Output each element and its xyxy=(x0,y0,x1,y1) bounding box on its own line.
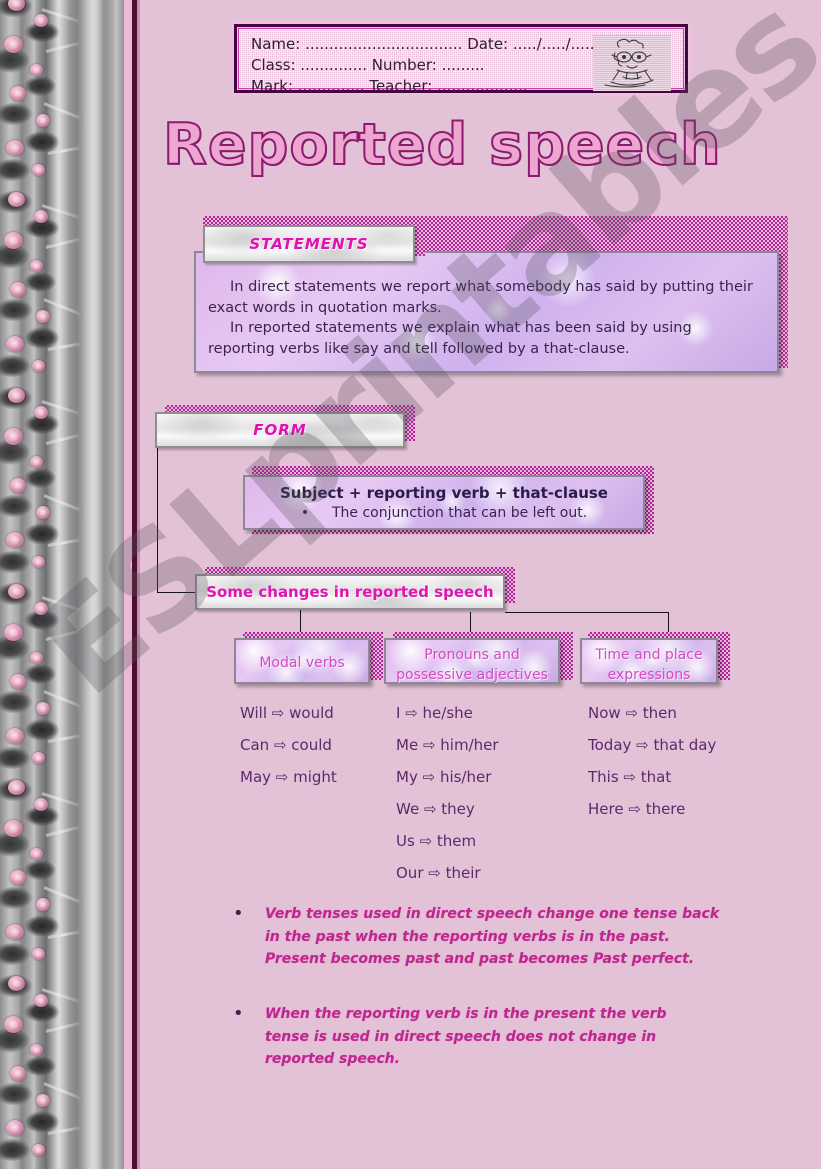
word-pair: Now ⇨ then xyxy=(588,704,716,722)
category-box-modal-verbs: Modal verbs xyxy=(234,638,370,684)
statements-paragraph-2: In reported statements we explain what h… xyxy=(208,320,692,357)
word-pair-to: might xyxy=(293,768,337,786)
note-item-2: • When the reporting verb is in the pres… xyxy=(233,1003,693,1071)
word-list-modal-verbs: Will ⇨ would Can ⇨ could May ⇨ might xyxy=(240,704,337,800)
word-pair-to: that day xyxy=(653,736,717,754)
statements-paragraph-1: In direct statements we report what some… xyxy=(208,279,753,316)
formula-panel: Subject + reporting verb + that-clause •… xyxy=(243,475,645,530)
word-pair-to: him/her xyxy=(440,736,499,754)
arrow-icon: ⇨ xyxy=(423,864,446,882)
arrow-icon: ⇨ xyxy=(418,736,441,754)
arrow-icon: ⇨ xyxy=(269,736,292,754)
statements-panel: In direct statements we report what some… xyxy=(194,251,779,373)
arrow-icon: ⇨ xyxy=(400,704,423,722)
word-pair-from: Me xyxy=(396,736,419,754)
word-pair-from: Here xyxy=(588,800,624,818)
word-list-pronouns: I ⇨ he/she Me ⇨ him/her My ⇨ his/her We ⇨ t… xyxy=(396,704,499,896)
word-pair: This ⇨ that xyxy=(588,768,716,786)
word-pair-to: could xyxy=(291,736,332,754)
arrow-icon: ⇨ xyxy=(271,768,294,786)
word-pair-to: they xyxy=(441,800,475,818)
form-label: FORM xyxy=(253,421,307,439)
word-pair-to: that xyxy=(640,768,672,786)
word-pair: Can ⇨ could xyxy=(240,736,337,754)
word-pair-to: his/her xyxy=(439,768,492,786)
word-pair-from: Will xyxy=(240,704,268,722)
category-1-title: Modal verbs xyxy=(259,655,345,671)
form-note: The conjunction that can be left out. xyxy=(332,505,588,521)
word-pair-to: he/she xyxy=(422,704,473,722)
word-pair: My ⇨ his/her xyxy=(396,768,499,786)
student-info-fields: Name: ................................. … xyxy=(238,28,684,95)
class-number-field[interactable]: Class: .............. Number: ......... xyxy=(251,56,485,74)
category-3-title-line1: Time and place xyxy=(595,647,703,663)
word-pair-to: them xyxy=(436,832,477,850)
word-pair-from: Can xyxy=(240,736,270,754)
word-pair-from: We xyxy=(396,800,420,818)
word-pair-from: This xyxy=(588,768,619,786)
connector-form-vertical xyxy=(157,448,158,592)
statements-label: STATEMENTS xyxy=(249,235,369,253)
word-pair: Today ⇨ that day xyxy=(588,736,716,754)
category-2-title-line1: Pronouns and xyxy=(424,647,520,663)
mark-teacher-field[interactable]: Mark: .............. Teacher: ..........… xyxy=(251,77,528,95)
word-pair: Us ⇨ them xyxy=(396,832,499,850)
word-list-time-place: Now ⇨ then Today ⇨ that day This ⇨ that Her… xyxy=(588,704,716,832)
word-pair: Our ⇨ their xyxy=(396,864,499,882)
changes-label-plate: Some changes in reported speech xyxy=(195,567,515,610)
word-pair-from: My xyxy=(396,768,418,786)
word-pair-to: there xyxy=(645,800,686,818)
word-pair-to: would xyxy=(289,704,334,722)
worksheet-content: Name: ................................. … xyxy=(0,0,821,1169)
word-pair-from: Us xyxy=(396,832,415,850)
category-2-title-line2: possessive adjectives xyxy=(396,667,548,684)
category-3-title-line2: expressions xyxy=(607,667,691,684)
word-pair-from: Today xyxy=(588,736,632,754)
student-info-box: Name: ................................. … xyxy=(229,19,693,98)
name-date-field[interactable]: Name: ................................. … xyxy=(251,35,595,53)
category-box-time-place: Time and place expressions xyxy=(580,638,718,684)
note-item-1: • Verb tenses used in direct speech chan… xyxy=(233,903,723,971)
note-text-1: Verb tenses used in direct speech change… xyxy=(265,906,720,968)
word-pair: May ⇨ might xyxy=(240,768,337,786)
note-text-2: When the reporting verb is in the presen… xyxy=(265,1006,667,1068)
arrow-icon: ⇨ xyxy=(267,704,290,722)
word-pair-to: their xyxy=(445,864,481,882)
note-bullet-icon: • xyxy=(233,1003,244,1024)
arrow-icon: ⇨ xyxy=(620,704,643,722)
connector-form-horizontal xyxy=(157,592,199,593)
connector-branch-horizontal xyxy=(505,612,669,613)
category-box-pronouns: Pronouns and possessive adjectives xyxy=(384,638,560,684)
arrow-icon: ⇨ xyxy=(631,736,654,754)
word-pair: We ⇨ they xyxy=(396,800,499,818)
note-bullet-icon: • xyxy=(233,903,244,924)
page-title: Reported speech xyxy=(162,111,722,179)
cartoon-character-clipart xyxy=(593,35,671,91)
form-formula: Subject + reporting verb + that-clause xyxy=(280,484,608,502)
word-pair: Will ⇨ would xyxy=(240,704,337,722)
arrow-icon: ⇨ xyxy=(414,832,437,850)
changes-label: Some changes in reported speech xyxy=(206,583,494,601)
word-pair-to: then xyxy=(642,704,677,722)
arrow-icon: ⇨ xyxy=(417,768,440,786)
arrow-icon: ⇨ xyxy=(623,800,646,818)
word-pair-from: Now xyxy=(588,704,621,722)
form-label-plate: FORM xyxy=(155,405,415,448)
statements-label-plate: STATEMENTS xyxy=(203,218,425,263)
word-pair-from: Our xyxy=(396,864,424,882)
word-pair: Me ⇨ him/her xyxy=(396,736,499,754)
word-pair: Here ⇨ there xyxy=(588,800,716,818)
student-info-box-border: Name: ................................. … xyxy=(234,24,688,95)
word-pair-from: May xyxy=(240,768,272,786)
arrow-icon: ⇨ xyxy=(419,800,442,818)
word-pair: I ⇨ he/she xyxy=(396,704,499,722)
form-note-bullet: • xyxy=(300,505,310,521)
arrow-icon: ⇨ xyxy=(618,768,641,786)
